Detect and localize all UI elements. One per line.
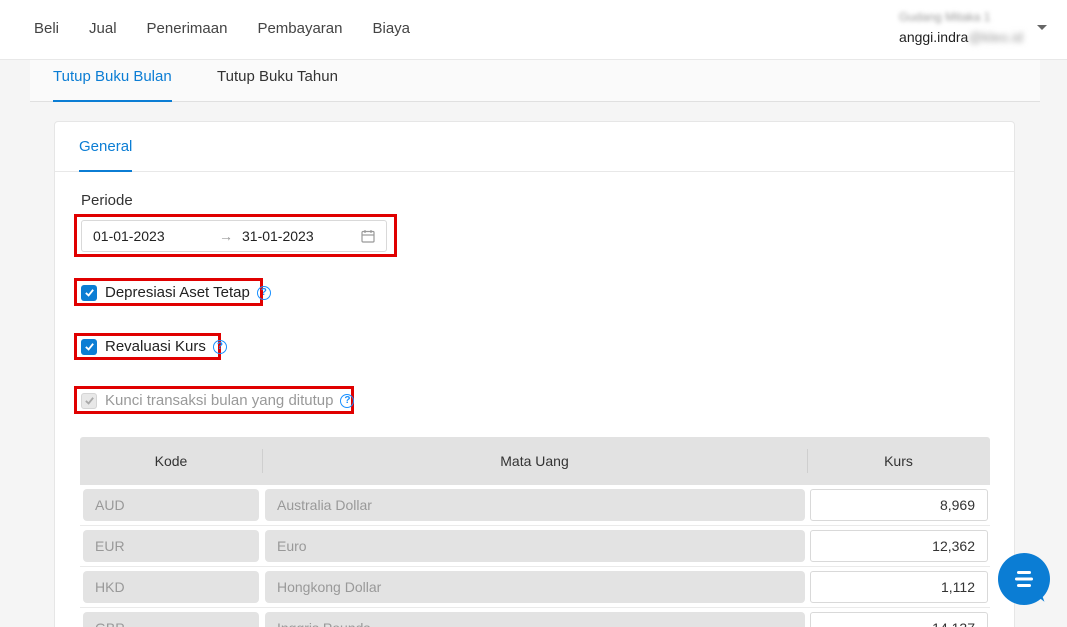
kurs-input[interactable]: 14,137 bbox=[810, 612, 988, 627]
table-row: HKD Hongkong Dollar 1,112 bbox=[80, 567, 990, 608]
help-icon[interactable]: ? bbox=[256, 285, 271, 300]
check-row-revaluasi: Revaluasi Kurs ? bbox=[81, 338, 227, 355]
header-kode: Kode bbox=[154, 453, 188, 469]
periode-range-picker[interactable]: 01-01-2023 → 31-01-2023 bbox=[81, 220, 387, 252]
user-name: Gudang Mitaka 1 bbox=[899, 10, 991, 24]
cell-kode: AUD bbox=[83, 489, 259, 521]
closing-form-card: General Periode 01-01-2023 → 31-01-2023 … bbox=[54, 121, 1015, 627]
cell-kode: GBP bbox=[83, 612, 259, 627]
chat-button[interactable] bbox=[998, 553, 1050, 605]
user-email-prefix: anggi.indra bbox=[899, 29, 969, 45]
header-mata-uang: Mata Uang bbox=[500, 453, 569, 469]
help-icon[interactable]: ? bbox=[340, 393, 355, 408]
table-row: AUD Australia Dollar 8,969 bbox=[80, 485, 990, 526]
user-email: anggi.indra@kleo.id bbox=[899, 29, 1023, 45]
header-kurs: Kurs bbox=[884, 453, 913, 469]
cell-mata-uang: Hongkong Dollar bbox=[265, 571, 805, 603]
check-row-kunci: Kunci transaksi bulan yang ditutup ? bbox=[81, 392, 355, 409]
user-email-hidden: @kleo.id bbox=[968, 29, 1023, 45]
depresiasi-label: Depresiasi Aset Tetap bbox=[105, 284, 250, 301]
kunci-transaksi-label: Kunci transaksi bulan yang ditutup bbox=[105, 392, 334, 409]
menu-item-pembayaran[interactable]: Pembayaran bbox=[257, 20, 342, 37]
kurs-input[interactable]: 1,112 bbox=[810, 571, 988, 603]
table-row: EUR Euro 12,362 bbox=[80, 526, 990, 567]
kurs-input[interactable]: 12,362 bbox=[810, 530, 988, 562]
table-row: GBP Inggris Pounds 14,137 bbox=[80, 608, 990, 627]
card-tabs: General bbox=[55, 122, 1014, 172]
checkmark-icon bbox=[84, 343, 94, 351]
calendar-icon[interactable] bbox=[361, 229, 375, 243]
periode-label: Periode bbox=[81, 192, 133, 209]
cell-kode: HKD bbox=[83, 571, 259, 603]
kunci-transaksi-checkbox bbox=[81, 392, 97, 409]
top-navbar: Beli Jual Penerimaan Pembayaran Biaya Gu… bbox=[0, 0, 1067, 60]
cell-mata-uang: Inggris Pounds bbox=[265, 612, 805, 627]
check-row-depresiasi: Depresiasi Aset Tetap ? bbox=[81, 284, 271, 301]
checkmark-icon bbox=[84, 289, 94, 297]
table-header: Kode Mata Uang Kurs bbox=[80, 437, 990, 485]
user-dropdown[interactable]: Gudang Mitaka 1 anggi.indra@kleo.id bbox=[899, 10, 1047, 45]
menu-item-jual[interactable]: Jual bbox=[89, 20, 117, 37]
tab-tutup-buku-bulan[interactable]: Tutup Buku Bulan bbox=[53, 60, 172, 102]
kurs-input[interactable]: 8,969 bbox=[810, 489, 988, 521]
cell-mata-uang: Australia Dollar bbox=[265, 489, 805, 521]
checkmark-icon bbox=[84, 397, 94, 405]
tab-tutup-buku-tahun[interactable]: Tutup Buku Tahun bbox=[217, 60, 338, 102]
revaluasi-checkbox[interactable] bbox=[81, 338, 97, 355]
caret-down-icon[interactable] bbox=[1037, 25, 1047, 30]
tab-general[interactable]: General bbox=[79, 122, 133, 172]
date-end-input[interactable]: 31-01-2023 bbox=[242, 228, 314, 244]
chat-icon bbox=[1015, 571, 1033, 587]
depresiasi-checkbox[interactable] bbox=[81, 284, 97, 301]
menu-item-biaya[interactable]: Biaya bbox=[373, 20, 411, 37]
main-menu: Beli Jual Penerimaan Pembayaran Biaya bbox=[34, 20, 440, 37]
cell-mata-uang: Euro bbox=[265, 530, 805, 562]
menu-item-penerimaan[interactable]: Penerimaan bbox=[147, 20, 228, 37]
help-icon[interactable]: ? bbox=[212, 339, 227, 354]
menu-item-beli[interactable]: Beli bbox=[34, 20, 59, 37]
user-info: Gudang Mitaka 1 anggi.indra@kleo.id bbox=[899, 10, 1023, 45]
page-tabs: Tutup Buku Bulan Tutup Buku Tahun bbox=[30, 60, 1040, 102]
range-arrow-icon: → bbox=[219, 228, 233, 244]
cell-kode: EUR bbox=[83, 530, 259, 562]
revaluasi-label: Revaluasi Kurs bbox=[105, 338, 206, 355]
kurs-table: Kode Mata Uang Kurs AUD Australia Dollar… bbox=[80, 437, 990, 627]
date-start-input[interactable]: 01-01-2023 bbox=[93, 228, 165, 244]
